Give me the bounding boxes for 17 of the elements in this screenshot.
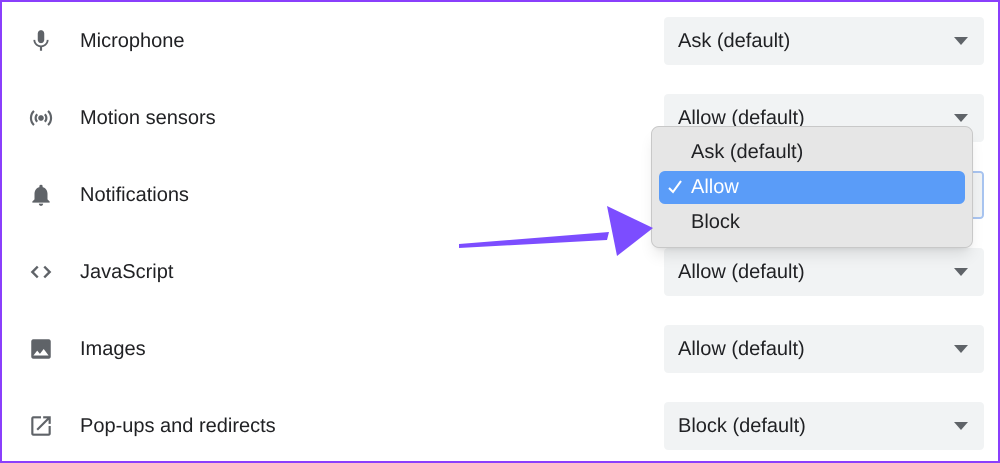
menu-option[interactable]: Block xyxy=(659,206,965,238)
permission-dropdown[interactable]: Allow (default) xyxy=(664,248,984,296)
setting-label: JavaScript xyxy=(80,260,174,284)
dropdown-caret-icon xyxy=(954,268,968,276)
setting-label: Notifications xyxy=(80,182,189,208)
checkmark-icon xyxy=(668,180,682,194)
permission-dropdown[interactable]: Allow (default) xyxy=(664,324,984,372)
setting-label: Images xyxy=(80,336,146,362)
dropdown-caret-icon xyxy=(954,36,968,44)
setting-label: Motion sensors xyxy=(80,106,216,130)
setting-label: Microphone xyxy=(80,28,185,54)
dropdown-caret-icon xyxy=(954,422,968,430)
permission-dropdown[interactable]: Block (default) xyxy=(664,402,984,450)
dropdown-caret-icon xyxy=(954,344,968,352)
dropdown-caret-icon xyxy=(954,114,968,122)
permission-dropdown[interactable]: Ask (default) xyxy=(664,16,984,64)
setting-label: Pop-ups and redirects xyxy=(80,414,276,438)
